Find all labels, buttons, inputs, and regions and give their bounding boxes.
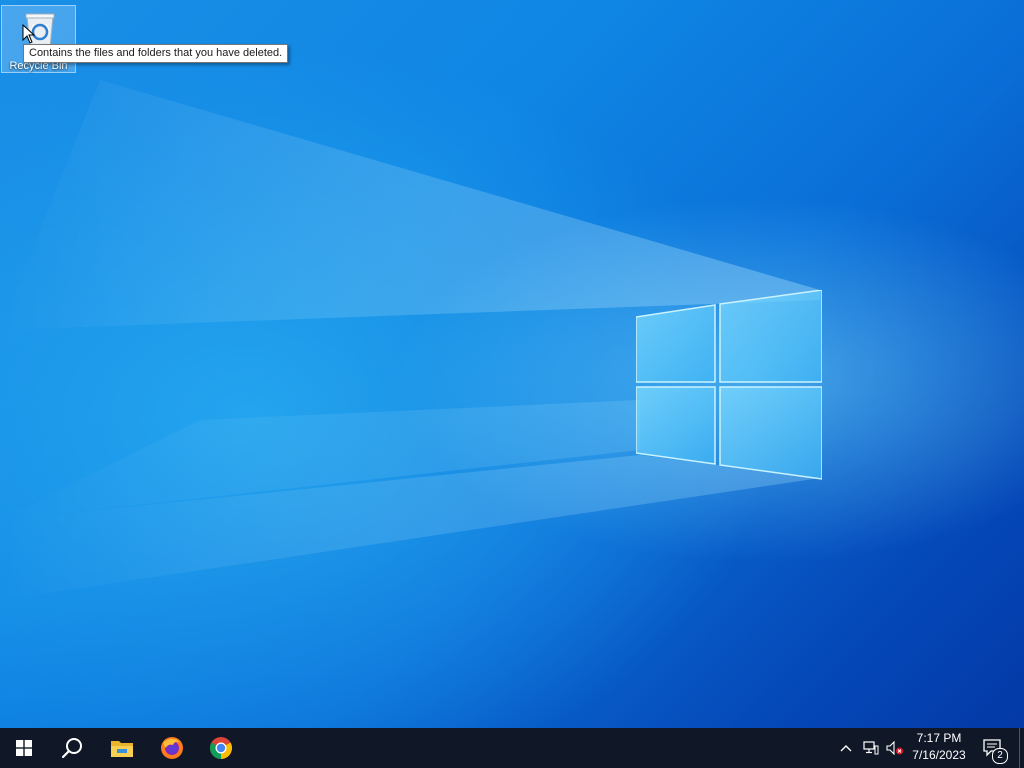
search-button[interactable]: [48, 728, 96, 768]
show-hidden-icons-button[interactable]: [836, 728, 856, 768]
notification-count-badge: 2: [992, 748, 1008, 764]
action-center-button[interactable]: 2: [978, 728, 1008, 768]
clock-time: 7:17 PM: [916, 731, 962, 745]
taskbar-file-explorer-button[interactable]: [98, 728, 146, 768]
show-desktop-button[interactable]: [1019, 728, 1024, 768]
mouse-cursor-icon: [22, 24, 36, 44]
chrome-icon: [210, 737, 232, 759]
taskbar-firefox-button[interactable]: [148, 728, 196, 768]
taskbar-clock[interactable]: 7:17 PM 7/16/2023: [904, 730, 974, 766]
wallpaper-light-beams: [0, 80, 820, 600]
windows-start-icon: [16, 740, 32, 756]
windows-logo-wallpaper: [636, 290, 822, 480]
recycle-bin-tooltip: Contains the files and folders that you …: [23, 44, 289, 63]
search-icon: [61, 738, 82, 759]
firefox-icon: [161, 737, 183, 759]
clock-date: 7/16/2023: [912, 748, 966, 762]
network-icon: [863, 741, 879, 755]
volume-muted-icon: [886, 741, 903, 755]
file-explorer-icon: [111, 741, 133, 757]
taskbar-chrome-button[interactable]: [197, 728, 245, 768]
volume-tray-button[interactable]: [884, 728, 906, 768]
desktop-wallpaper: Recycle Bin Contains the files and folde…: [0, 0, 1024, 728]
start-button[interactable]: [0, 728, 48, 768]
chevron-up-icon: [840, 745, 852, 752]
network-tray-button[interactable]: [860, 728, 882, 768]
taskbar: 7:17 PM 7/16/2023 2: [0, 728, 1024, 768]
